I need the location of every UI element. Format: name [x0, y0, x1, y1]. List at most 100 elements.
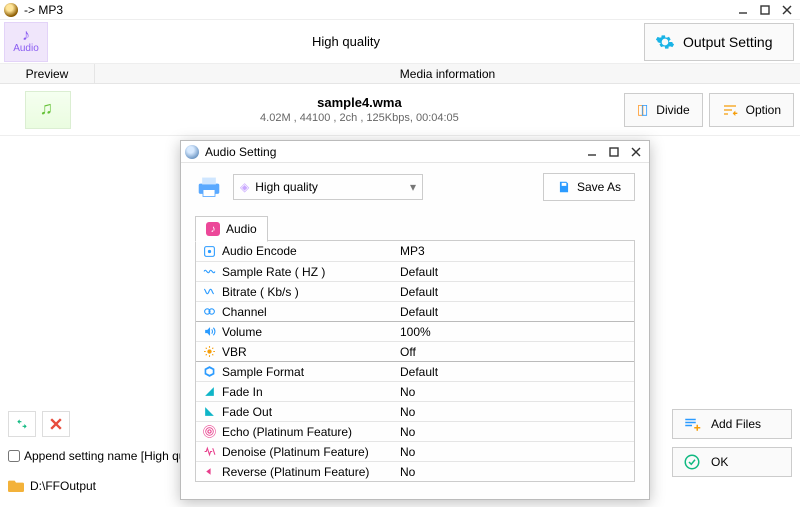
dialog-app-icon: [185, 145, 199, 159]
option-button[interactable]: Option: [709, 93, 794, 127]
dialog-close-button[interactable]: [627, 145, 645, 159]
preset-small-icon: ◈: [240, 180, 249, 194]
add-files-button[interactable]: Add Files: [672, 409, 792, 439]
property-row[interactable]: Sample Rate ( HZ ) Default: [196, 261, 634, 281]
property-row[interactable]: Fade Out No: [196, 401, 634, 421]
dialog-titlebar: Audio Setting: [181, 141, 649, 163]
append-setting-checkbox[interactable]: [8, 450, 20, 462]
check-circle-icon: [683, 453, 701, 471]
property-value[interactable]: No: [396, 445, 634, 459]
arrows-icon: [15, 417, 29, 431]
file-name: sample4.wma: [317, 95, 402, 110]
audio-chip-label: Audio: [13, 43, 39, 54]
reverse-icon: [202, 465, 216, 479]
output-setting-button[interactable]: Output Setting: [644, 23, 794, 61]
music-note-icon: ♪: [22, 29, 30, 43]
property-value[interactable]: Default: [396, 265, 634, 279]
property-value[interactable]: No: [396, 385, 634, 399]
ok-button[interactable]: OK: [672, 447, 792, 477]
property-value[interactable]: Default: [396, 285, 634, 299]
fadeout-icon: [202, 405, 216, 419]
property-row[interactable]: Volume100%: [196, 321, 634, 341]
quality-preset-value: High quality: [255, 180, 318, 194]
denoise-icon: [202, 445, 216, 459]
format-icon: [202, 365, 216, 379]
divide-label: Divide: [656, 103, 689, 117]
property-row[interactable]: VBR Off: [196, 341, 634, 361]
file-row[interactable]: sample4.wma 4.02M , 44100 , 2ch , 125Kbp…: [0, 84, 800, 136]
divide-button[interactable]: ▯▯ Divide: [624, 93, 703, 127]
property-row[interactable]: Sample Format Default: [196, 361, 634, 381]
remove-button[interactable]: [42, 411, 70, 437]
property-row[interactable]: Echo (Platinum Feature) No: [196, 421, 634, 441]
output-setting-label: Output Setting: [683, 34, 773, 50]
property-key: Audio Encode: [222, 244, 297, 258]
property-key: Sample Rate ( HZ ): [222, 265, 325, 279]
property-key: Fade Out: [222, 405, 272, 419]
window-title: -> MP3: [24, 3, 63, 17]
output-path[interactable]: D:\FFOutput: [30, 479, 96, 493]
add-files-icon: [683, 415, 701, 433]
move-button[interactable]: [8, 411, 36, 437]
audio-properties-table: Audio Encode MP3 Sample Rate ( HZ ) Default…: [195, 241, 635, 482]
property-key: Reverse (Platinum Feature): [222, 465, 369, 479]
column-headers: Preview Media information: [0, 64, 800, 84]
gear-icon: [655, 32, 675, 52]
remove-icon: [50, 418, 62, 430]
option-label: Option: [746, 103, 781, 117]
add-files-label: Add Files: [711, 417, 761, 431]
property-key: Channel: [222, 305, 267, 319]
app-icon: [4, 3, 18, 17]
folder-icon: [8, 479, 24, 493]
tab-audio-label: Audio: [226, 222, 257, 236]
minimize-button[interactable]: [734, 3, 752, 17]
main-titlebar: -> MP3: [0, 0, 800, 20]
file-thumbnail-icon: [25, 91, 71, 129]
property-value[interactable]: Default: [396, 305, 634, 319]
dialog-maximize-button[interactable]: [605, 145, 623, 159]
header-preview: Preview: [0, 64, 95, 83]
encode-icon: [202, 244, 216, 258]
property-row[interactable]: Denoise (Platinum Feature) No: [196, 441, 634, 461]
property-row[interactable]: Reverse (Platinum Feature) No: [196, 461, 634, 481]
volume-icon: [202, 325, 216, 339]
property-key: Echo (Platinum Feature): [222, 425, 352, 439]
chevron-down-icon: ▾: [410, 180, 416, 194]
property-key: VBR: [222, 345, 247, 359]
vbr-icon: [202, 345, 216, 359]
property-value[interactable]: Default: [396, 365, 634, 379]
quality-preset-dropdown[interactable]: ◈ High quality ▾: [233, 174, 423, 200]
property-value[interactable]: No: [396, 425, 634, 439]
property-key: Fade In: [222, 385, 263, 399]
property-value[interactable]: 100%: [396, 325, 634, 339]
header-media-info: Media information: [95, 64, 800, 83]
ok-label: OK: [711, 455, 728, 469]
dialog-title: Audio Setting: [205, 145, 276, 159]
fadein-icon: [202, 385, 216, 399]
close-button[interactable]: [778, 3, 796, 17]
preset-icon: [195, 175, 223, 199]
quality-display: High quality: [48, 34, 644, 49]
bitrate-icon: [202, 285, 216, 299]
audio-format-chip[interactable]: ♪ Audio: [4, 22, 48, 62]
divide-icon: ▯▯: [637, 101, 648, 118]
preview-cell: [0, 84, 95, 135]
property-row[interactable]: Audio Encode MP3: [196, 241, 634, 261]
property-row[interactable]: Fade In No: [196, 381, 634, 401]
property-value[interactable]: MP3: [396, 244, 634, 258]
save-as-button[interactable]: Save As: [543, 173, 635, 201]
audio-setting-dialog: Audio Setting ◈ High quality ▾: [180, 140, 650, 500]
property-key: Sample Format: [222, 365, 304, 379]
option-icon: [722, 102, 738, 118]
dialog-tabstrip: ♪ Audio: [195, 215, 635, 241]
property-value[interactable]: Off: [396, 345, 634, 359]
property-row[interactable]: Bitrate ( Kb/s )Default: [196, 281, 634, 301]
echo-icon: [202, 425, 216, 439]
property-key: Denoise (Platinum Feature): [222, 445, 369, 459]
property-value[interactable]: No: [396, 405, 634, 419]
dialog-minimize-button[interactable]: [583, 145, 601, 159]
tab-audio[interactable]: ♪ Audio: [195, 216, 268, 242]
property-row[interactable]: Channel Default: [196, 301, 634, 321]
property-value[interactable]: No: [396, 465, 634, 479]
maximize-button[interactable]: [756, 3, 774, 17]
